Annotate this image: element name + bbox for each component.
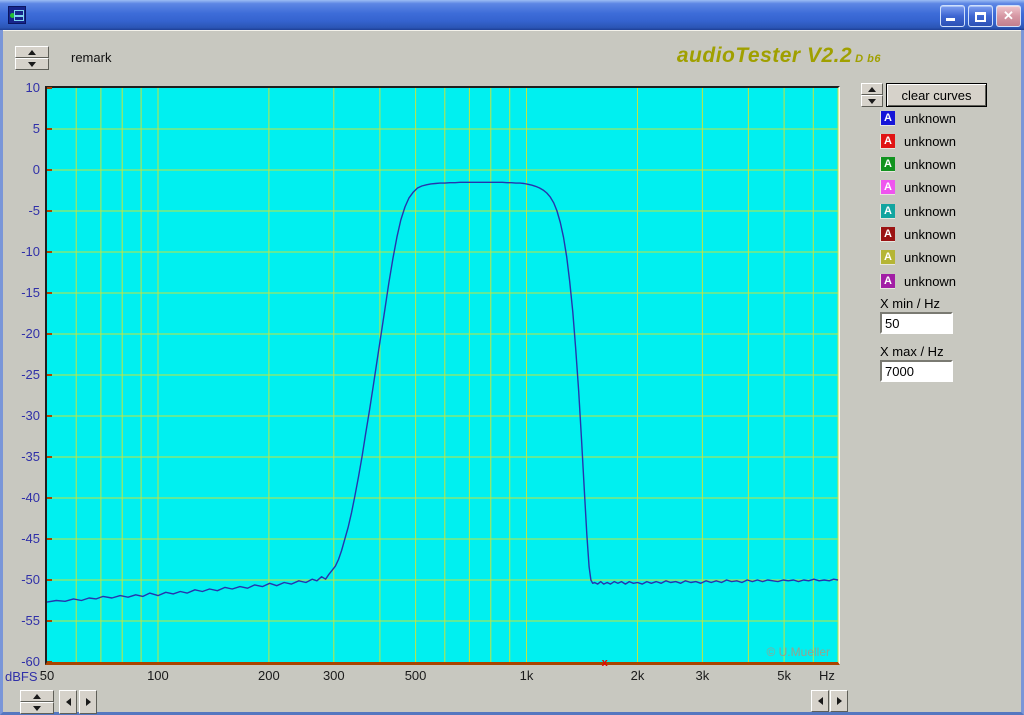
cursor-marker: x [602, 657, 609, 669]
x-tick-label: 2k [615, 668, 659, 683]
app-icon[interactable] [8, 6, 26, 24]
up-arrow-icon [33, 694, 41, 699]
x-axis-unit-label: Hz [805, 668, 849, 683]
chart-plot-area[interactable]: © U.Muellerx [45, 86, 840, 665]
minimize-icon [946, 18, 955, 21]
legend-label: unknown [904, 134, 956, 149]
y-tick-label: -40 [3, 490, 40, 505]
curve-color-icon[interactable]: A [880, 111, 895, 126]
app-logo: audioTester V2.2D b6 [503, 44, 881, 68]
y-tick-label: -45 [3, 531, 40, 546]
left-arrow-icon [818, 697, 823, 705]
curve-select-down-button[interactable] [861, 95, 883, 107]
legend-label: unknown [904, 157, 956, 172]
y-tick-label: -15 [3, 285, 40, 300]
curve-select-up-button[interactable] [861, 83, 883, 95]
chart-svg: © U.Muellerx [47, 88, 838, 662]
y-tick-label: -25 [3, 367, 40, 382]
x-tick-label: 3k [680, 668, 724, 683]
close-button[interactable]: ✕ [996, 5, 1021, 27]
curve-color-icon[interactable]: A [880, 204, 895, 219]
legend-label: unknown [904, 274, 956, 289]
up-arrow-icon [28, 50, 36, 55]
curve-color-icon[interactable]: A [880, 157, 895, 172]
curve-color-icon[interactable]: A [880, 180, 895, 195]
y-tick-label: -10 [3, 244, 40, 259]
legend-item: Aunknown [880, 225, 956, 245]
curve-color-icon[interactable]: A [880, 250, 895, 265]
maximize-icon [975, 12, 986, 22]
x-tick-label: 500 [394, 668, 438, 683]
close-icon: ✕ [1003, 8, 1014, 23]
x-tick-label: 5k [762, 668, 806, 683]
x-max-input[interactable] [880, 360, 953, 382]
up-arrow-icon [868, 87, 876, 92]
y-scale-spinner [20, 690, 54, 714]
y-tick-label: 5 [3, 121, 40, 136]
legend-item: Aunknown [880, 155, 956, 175]
down-arrow-icon [28, 62, 36, 67]
remark-label: remark [71, 50, 111, 65]
y-tick-label: -50 [3, 572, 40, 587]
y-scale-up-button[interactable] [20, 690, 54, 702]
copyright-label: © U.Mueller [766, 645, 830, 659]
x-max-label: X max / Hz [880, 344, 944, 359]
y-tick-label: -55 [3, 613, 40, 628]
curve-color-icon[interactable]: A [880, 227, 895, 242]
remark-spin-down-button[interactable] [15, 58, 49, 70]
curve-color-icon[interactable]: A [880, 134, 895, 149]
curve-color-icon[interactable]: A [880, 274, 895, 289]
down-arrow-icon [33, 706, 41, 711]
legend-item: Aunknown [880, 131, 956, 151]
legend-item: Aunknown [880, 201, 956, 221]
x-tick-label: 100 [136, 668, 180, 683]
x-tick-label: 1k [505, 668, 549, 683]
app-window: ✕ remark audioTester V2.2D b6 © U.Muelle… [0, 0, 1024, 715]
y-tick-label: -5 [3, 203, 40, 218]
x-max-scroll-right-button[interactable] [830, 690, 848, 712]
x-min-scroll-right-button[interactable] [79, 690, 97, 714]
logo-version-suffix: D b6 [855, 53, 881, 65]
right-arrow-icon [86, 698, 91, 706]
titlebar: ✕ [0, 0, 1024, 30]
y-scale-down-button[interactable] [20, 702, 54, 714]
minimize-button[interactable] [940, 5, 965, 27]
app-icon-trace [15, 15, 23, 17]
legend-label: unknown [904, 204, 956, 219]
legend-label: unknown [904, 250, 956, 265]
remark-spinner [15, 46, 49, 70]
legend-item: Aunknown [880, 248, 956, 268]
y-tick-label: -35 [3, 449, 40, 464]
logo-title: audioTester V2.2 [677, 44, 852, 67]
down-arrow-icon [868, 99, 876, 104]
right-arrow-icon [837, 697, 842, 705]
x-min-label: X min / Hz [880, 296, 940, 311]
legend-item: Aunknown [880, 178, 956, 198]
y-tick-label: 0 [3, 162, 40, 177]
x-tick-label: 200 [247, 668, 291, 683]
y-tick-label: 10 [3, 80, 40, 95]
legend-item: Aunknown [880, 271, 956, 291]
legend-label: unknown [904, 227, 956, 242]
client-area: remark audioTester V2.2D b6 © U.Muellerx… [3, 30, 1021, 712]
remark-spin-up-button[interactable] [15, 46, 49, 58]
curve-select-spinner [861, 83, 883, 107]
x-max-scroll-left-button[interactable] [811, 690, 829, 712]
left-arrow-icon [66, 698, 71, 706]
maximize-button[interactable] [968, 5, 993, 27]
y-axis-unit-label: dBFS [5, 669, 38, 684]
x-min-input[interactable] [880, 312, 953, 334]
clear-curves-button[interactable]: clear curves [886, 83, 987, 107]
x-tick-label: 300 [312, 668, 356, 683]
y-tick-label: -60 [3, 654, 40, 669]
legend-item: Aunknown [880, 108, 956, 128]
y-tick-label: -20 [3, 326, 40, 341]
x-min-scroll-left-button[interactable] [59, 690, 77, 714]
legend-label: unknown [904, 180, 956, 195]
legend-label: unknown [904, 111, 956, 126]
y-tick-label: -30 [3, 408, 40, 423]
